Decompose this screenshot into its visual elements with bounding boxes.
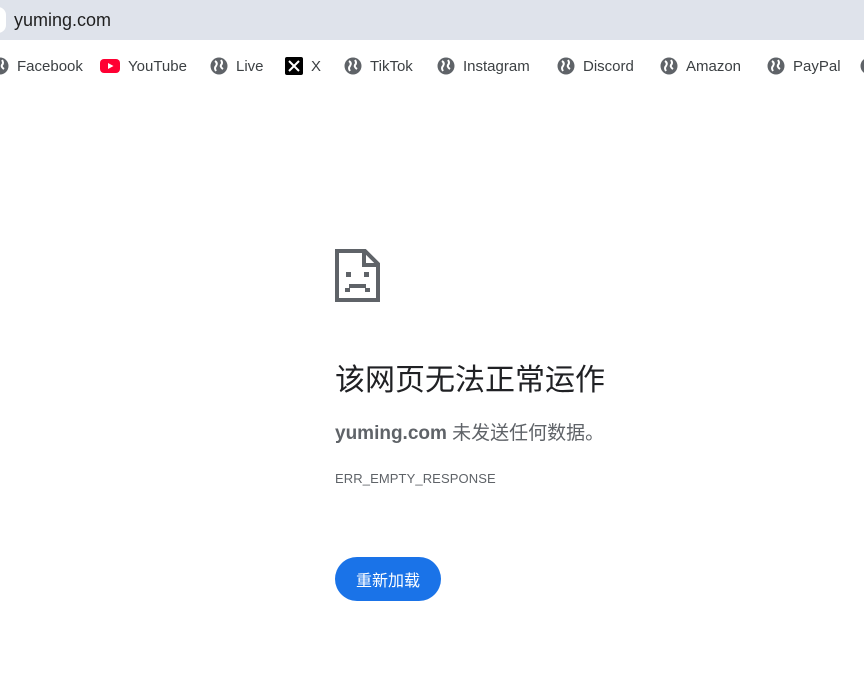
bookmark-instagram[interactable]: Instagram <box>437 54 530 78</box>
globe-icon <box>210 57 228 75</box>
address-bar-edge <box>0 7 6 33</box>
bookmark-paypal[interactable]: PayPal <box>767 54 841 78</box>
sad-page-icon <box>335 249 380 302</box>
bookmark-label: Live <box>236 57 264 75</box>
bookmark-facebook[interactable]: Facebook <box>0 54 83 78</box>
bookmark-amazon[interactable]: Amazon <box>660 54 741 78</box>
youtube-icon <box>100 59 120 73</box>
error-description: yuming.com 未发送任何数据。 <box>335 421 604 447</box>
error-message: 未发送任何数据。 <box>446 423 605 444</box>
error-code[interactable]: ERR_EMPTY_RESPONSE <box>335 470 496 488</box>
bookmark-label: Facebook <box>17 57 83 75</box>
error-host: yuming.com <box>335 423 447 444</box>
x-icon <box>285 57 303 75</box>
error-title: 该网页无法正常运作 <box>335 364 605 397</box>
bookmark-label: TikTok <box>370 57 413 75</box>
globe-icon <box>437 57 455 75</box>
bookmark-discord[interactable]: Discord <box>557 54 634 78</box>
bookmark-label: Amazon <box>686 57 742 75</box>
bookmark-label: YouTube <box>128 57 187 75</box>
bookmark-label: Instagram <box>463 57 530 75</box>
bookmark-tiktok[interactable]: TikTok <box>344 54 413 78</box>
bookmarks-bar: Facebook YouTube Live X TikTok Instagram… <box>0 40 864 92</box>
bookmark-x[interactable]: X <box>285 54 321 78</box>
bookmark-label: Discord <box>583 57 634 75</box>
address-bar[interactable]: yuming.com <box>0 0 864 40</box>
reload-button[interactable]: 重新加载 <box>335 557 441 601</box>
globe-icon <box>557 57 575 75</box>
bookmark-label: X <box>311 57 322 75</box>
bookmark-label: PayPal <box>793 57 841 75</box>
globe-icon[interactable] <box>860 57 864 75</box>
bookmark-youtube[interactable]: YouTube <box>100 54 187 78</box>
globe-icon <box>660 57 678 75</box>
globe-icon <box>767 57 785 75</box>
globe-icon <box>344 57 362 75</box>
bookmark-live[interactable]: Live <box>210 54 264 78</box>
globe-icon <box>0 57 9 75</box>
address-url[interactable]: yuming.com <box>14 8 111 32</box>
